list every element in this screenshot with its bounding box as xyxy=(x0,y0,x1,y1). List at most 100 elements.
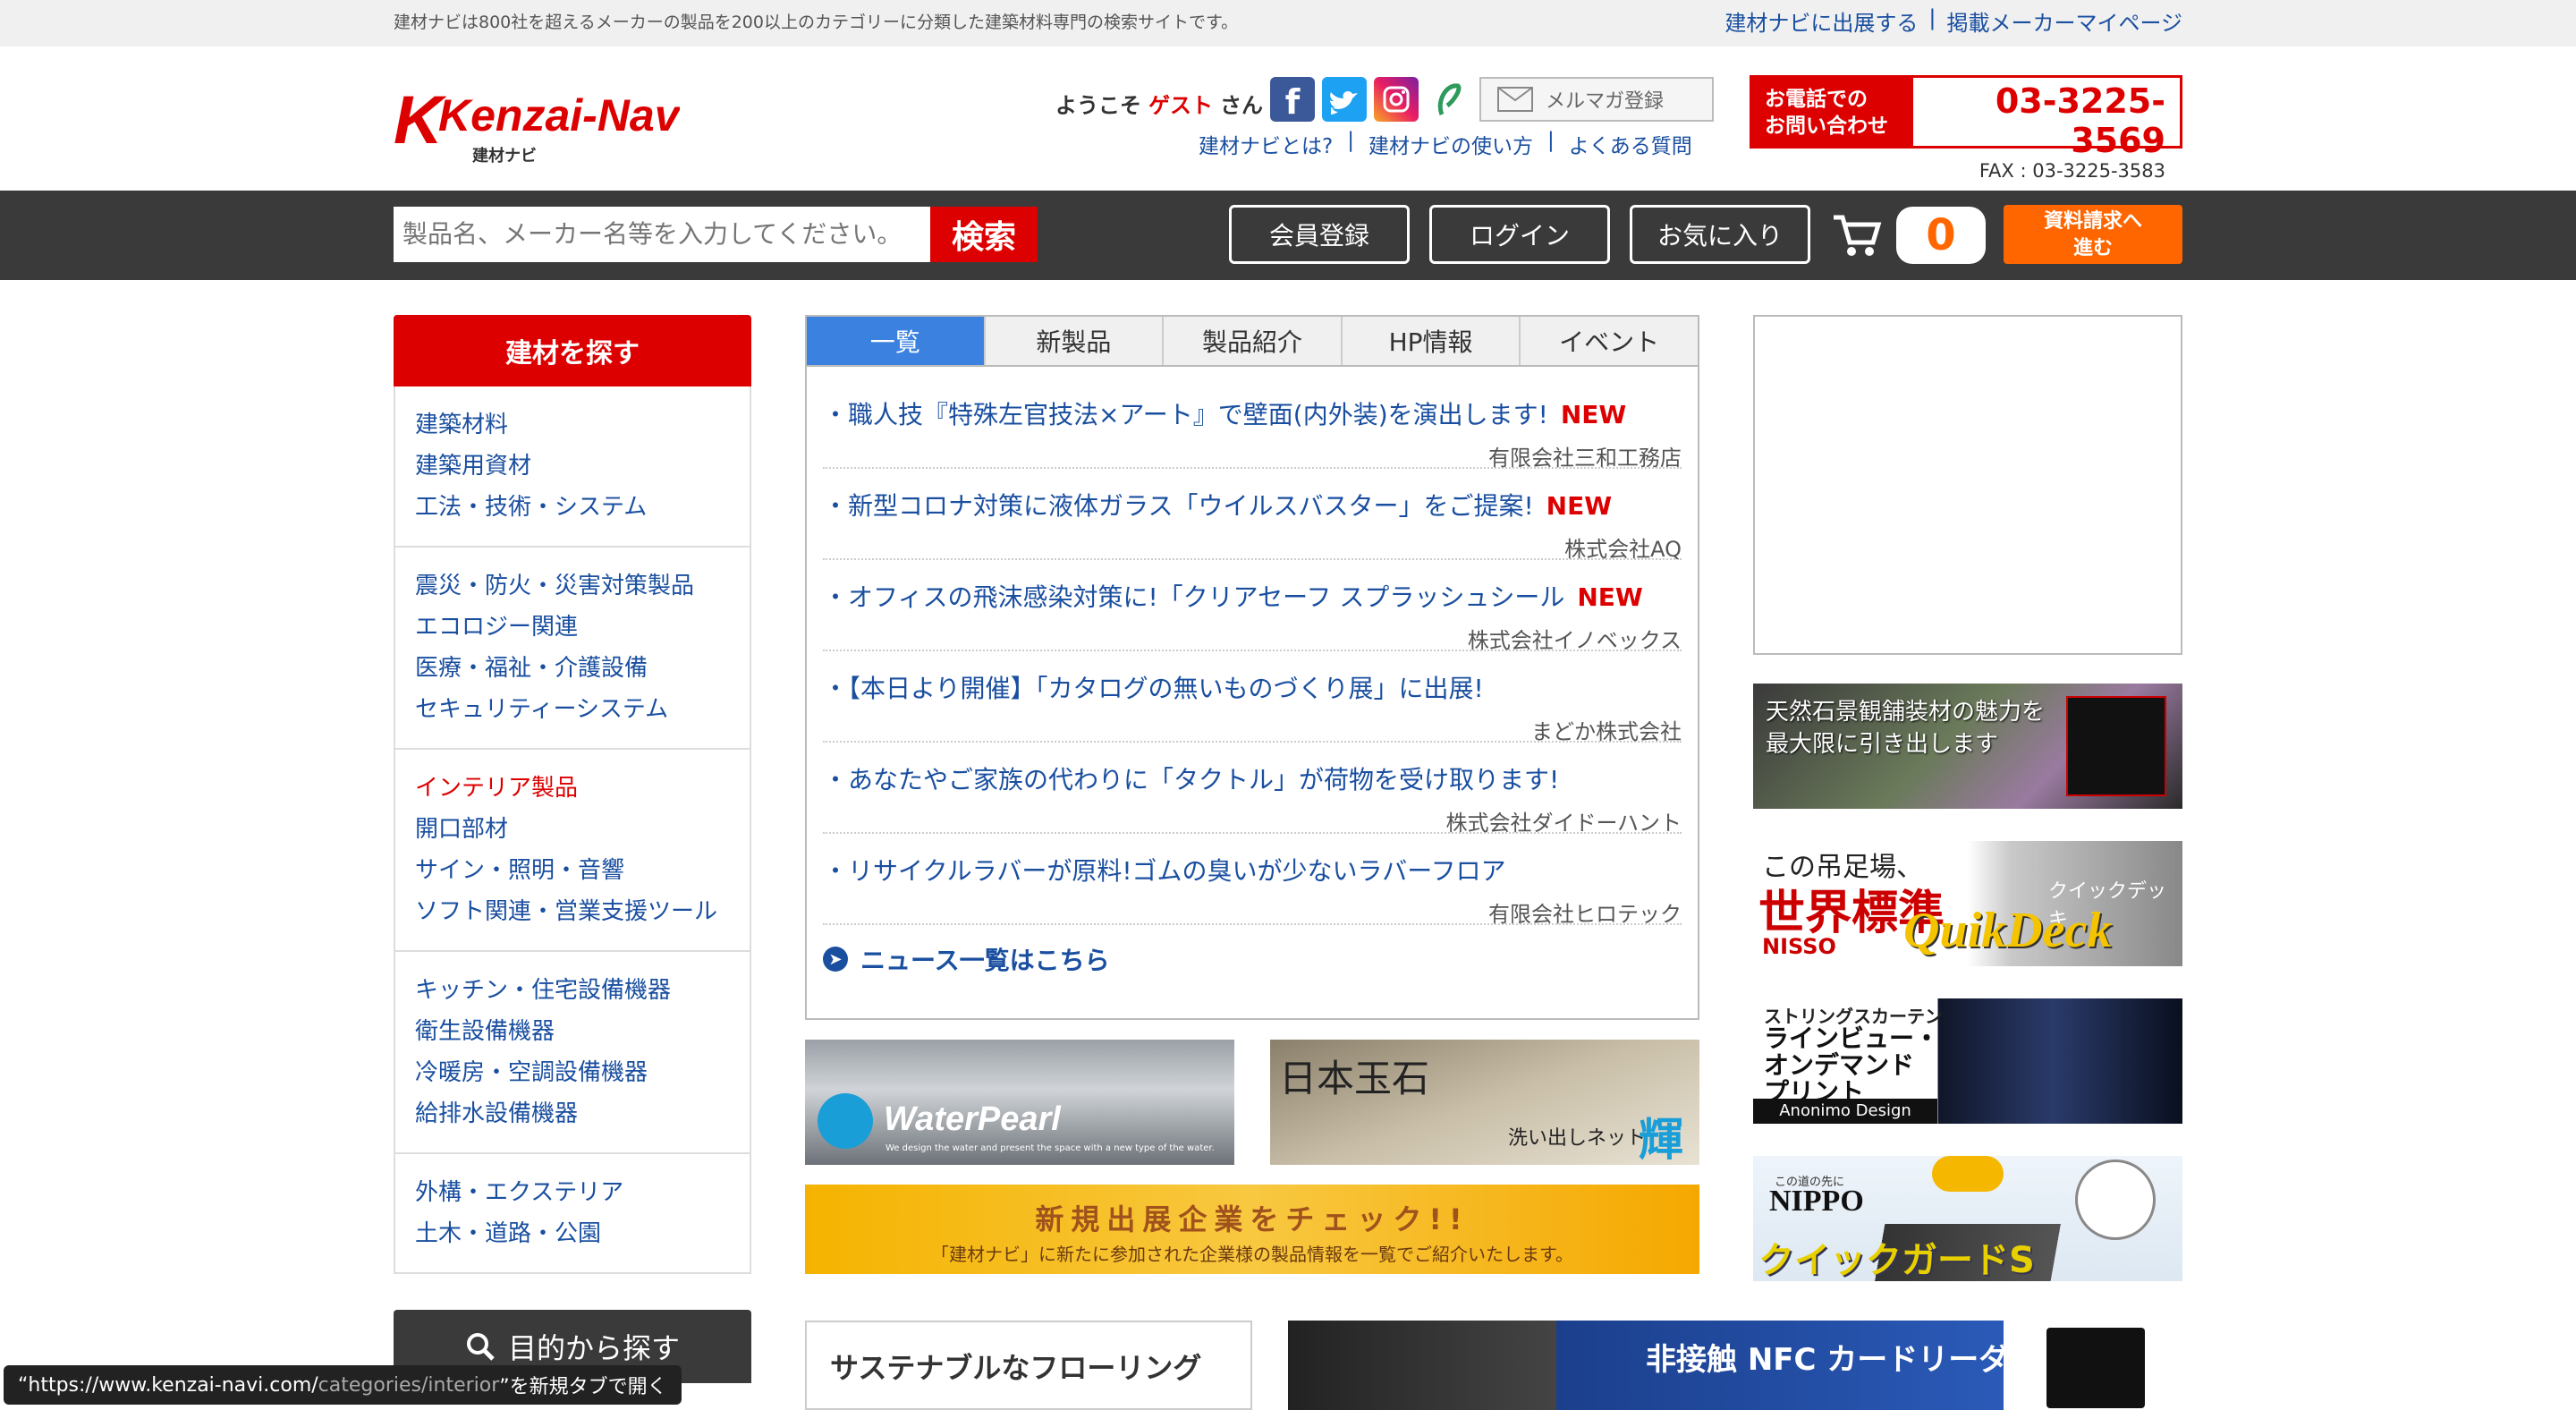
category-link[interactable]: 建築材料 xyxy=(415,404,730,446)
top-links: 建材ナビに出展する | 掲載メーカーマイページ xyxy=(1724,5,2182,37)
logo-word: Kenzai-Navi xyxy=(438,90,680,140)
arrow-right-icon: ➤ xyxy=(823,947,848,972)
houzz-icon[interactable] xyxy=(1426,77,1470,122)
twitter-icon[interactable] xyxy=(1322,77,1367,122)
news-title-link[interactable]: ・オフィスの飛沫感染対策に!「クリアセーフ スプラッシュシール xyxy=(823,582,1564,612)
tab-product-intro[interactable]: 製品紹介 xyxy=(1164,317,1343,365)
nihon-tamaishi-banner[interactable]: 日本玉石 洗い出しネット 輝 xyxy=(1270,1040,1699,1165)
status-suffix: ”を新規タブで開く xyxy=(499,1376,667,1398)
tab-new-products[interactable]: 新製品 xyxy=(985,317,1165,365)
site-tagline: 建材ナビは800社を超えるメーカーの製品を200以上のカテゴリーに分類した建築材… xyxy=(394,13,1239,32)
category-link[interactable]: セキュリティーシステム xyxy=(415,689,730,730)
purpose-label: 目的から探す xyxy=(507,1331,680,1365)
top-bar: 建材ナビは800社を超えるメーカーの製品を200以上のカテゴリーに分類した建築材… xyxy=(0,0,2576,47)
welcome-message: ようこそ ゲスト さん xyxy=(1055,88,1263,119)
phone-label: お電話での お問い合わせ xyxy=(1752,78,1913,146)
category-link[interactable]: 工法・技術・システム xyxy=(415,487,730,528)
quikdeck-banner[interactable]: この吊足場、 世界標準 NISSO クイックデッキ QuikDeck xyxy=(1753,841,2182,966)
news-title-link[interactable]: ・新型コロナ対策に液体ガラス「ウイルスバスター」をご提案! xyxy=(823,491,1534,521)
category-link[interactable]: 医療・福祉・介護設備 xyxy=(415,648,730,689)
news-title-link[interactable]: ・【本日より開催】「カタログの無いものづくり展」に出展! xyxy=(823,674,1484,703)
category-link-interior[interactable]: インテリア製品 xyxy=(415,768,730,809)
faq-link[interactable]: よくある質問 xyxy=(1569,129,1692,159)
news-company: 株式会社AQ xyxy=(1564,537,1682,562)
category-link[interactable]: 建築用資材 xyxy=(415,446,730,487)
tab-hp-info[interactable]: HP情報 xyxy=(1342,317,1521,365)
news-item: ・リサイクルラバーが原料!ゴムの臭いが少ないラバーフロア 有限会社ヒロテック xyxy=(823,834,1682,927)
category-group: キッチン・住宅設備機器 衛生設備機器 冷暖房・空調設備機器 給排水設備機器 xyxy=(395,950,750,1152)
card-reader-image xyxy=(2046,1328,2145,1408)
news-list: ・職人技『特殊左官技法×アート』で壁面(内外装)を演出します! NEW 有限会社三… xyxy=(807,367,1698,977)
news-panel: 一覧 新製品 製品紹介 HP情報 イベント ・職人技『特殊左官技法×アート』で壁… xyxy=(805,315,1699,1020)
site-logo[interactable]: K Kenzai-Navi 建材ナビ xyxy=(394,72,693,179)
category-link[interactable]: エコロジー関連 xyxy=(415,607,730,648)
login-button[interactable]: ログイン xyxy=(1429,205,1610,264)
divider: | xyxy=(1928,5,1936,30)
news-item: ・職人技『特殊左官技法×アート』で壁面(内外装)を演出します! NEW 有限会社三… xyxy=(823,378,1682,471)
waterpearl-logo-icon xyxy=(818,1093,873,1149)
string-curtain-banner[interactable]: ストリングスカーテン ラインビュー・ オンデマンド プリント Anonimo D… xyxy=(1753,998,2182,1124)
category-link[interactable]: 衛生設備機器 xyxy=(415,1011,730,1052)
news-item: ・【本日より開催】「カタログの無いものづくり展」に出展! まどか株式会社 xyxy=(823,651,1682,744)
category-link[interactable]: 給排水設備機器 xyxy=(415,1093,730,1134)
category-link[interactable]: 外構・エクステリア xyxy=(415,1172,730,1213)
news-item: ・オフィスの飛沫感染対策に!「クリアセーフ スプラッシュシール NEW 株式会社イ… xyxy=(823,560,1682,653)
category-link[interactable]: 冷暖房・空調設備機器 xyxy=(415,1052,730,1093)
newsletter-label: メルマガ登録 xyxy=(1546,90,1665,113)
nihon-title: 日本玉石 xyxy=(1279,1057,1430,1100)
cart-icon[interactable] xyxy=(1830,210,1884,260)
new-badge: NEW xyxy=(1560,400,1627,429)
search-input[interactable] xyxy=(394,207,930,262)
howto-link[interactable]: 建材ナビの使い方 xyxy=(1368,129,1533,159)
waterpearl-banner[interactable]: WaterPearl We design the water and prese… xyxy=(805,1040,1234,1165)
category-group: 震災・防火・災害対策製品 エコロジー関連 医療・福祉・介護設備 セキュリティーシ… xyxy=(395,546,750,748)
natural-stone-banner[interactable]: 天然石景観舗装材の魅力を 最大限に引き出します xyxy=(1753,684,2182,809)
news-item: ・新型コロナ対策に液体ガラス「ウイルスバスター」をご提案! NEW 株式会社AQ xyxy=(823,469,1682,562)
search-bar: 検索 会員登録 ログイン お気に入り 0 資料請求へ 進む xyxy=(0,191,2576,280)
nisso-brand: NISSO xyxy=(1762,934,1836,959)
new-exhibitors-banner[interactable]: 新規出展企業をチェック!! 「建材ナビ」に新たに参加された企業様の製品情報を一覧… xyxy=(805,1185,1699,1274)
search-icon xyxy=(466,1333,495,1361)
category-link[interactable]: サイン・照明・音響 xyxy=(415,850,730,891)
divider: | xyxy=(1546,129,1555,152)
instagram-icon[interactable] xyxy=(1374,77,1419,122)
news-more-link[interactable]: ➤ ニュース一覧はこちら xyxy=(823,941,1682,977)
favorites-button[interactable]: お気に入り xyxy=(1630,205,1810,264)
stone-line-2: 最大限に引き出します xyxy=(1766,731,1999,758)
category-link[interactable]: キッチン・住宅設備機器 xyxy=(415,970,730,1011)
tab-all[interactable]: 一覧 xyxy=(807,317,986,365)
welcome-pre: ようこそ xyxy=(1055,93,1141,118)
mail-icon xyxy=(1497,87,1533,112)
new-badge: NEW xyxy=(1546,491,1613,521)
news-title-link[interactable]: ・あなたやご家族の代わりに「タクトル」が荷物を受け取ります! xyxy=(823,765,1559,794)
facebook-icon[interactable]: f xyxy=(1270,77,1315,122)
flooring-banner[interactable]: サステナブルなフローリング xyxy=(805,1321,1252,1410)
newsletter-button[interactable]: メルマガ登録 xyxy=(1479,77,1714,122)
phone-contact: お電話での お問い合わせ 03-3225-3569 FAX : 03-3225-… xyxy=(1750,75,2182,182)
maker-mypage-link[interactable]: 掲載メーカーマイページ xyxy=(1946,5,2182,37)
nippo-banner[interactable]: この道の先に NIPPO クイックガードS xyxy=(1753,1156,2182,1281)
cart-count[interactable]: 0 xyxy=(1896,207,1986,264)
stone-line-1: 天然石景観舗装材の魅力を xyxy=(1766,699,2046,726)
waterpearl-sub: We design the water and present the spac… xyxy=(886,1143,1215,1153)
search-button[interactable]: 検索 xyxy=(930,207,1038,262)
news-company: まどか株式会社 xyxy=(1531,719,1682,744)
category-link[interactable]: 震災・防火・災害対策製品 xyxy=(415,565,730,607)
document-request-button[interactable]: 資料請求へ 進む xyxy=(2004,205,2182,264)
category-link[interactable]: 土木・道路・公園 xyxy=(415,1213,730,1254)
nfc-reader-banner[interactable]: 非接触 NFC カードリーダ xyxy=(1288,1321,2182,1410)
about-link[interactable]: 建材ナビとは? xyxy=(1199,129,1333,159)
phone-label-1: お電話での xyxy=(1765,88,1868,111)
waterpearl-text: WaterPearl xyxy=(884,1100,1061,1138)
tab-events[interactable]: イベント xyxy=(1521,317,1698,365)
member-register-button[interactable]: 会員登録 xyxy=(1229,205,1410,264)
header: K Kenzai-Navi 建材ナビ ようこそ ゲスト さん f メルマガ登録 … xyxy=(0,47,2576,191)
new-badge: NEW xyxy=(1577,582,1643,612)
exhibit-link[interactable]: 建材ナビに出展する xyxy=(1724,5,1918,37)
category-link[interactable]: ソフト関連・営業支援ツール xyxy=(415,891,730,932)
news-title-link[interactable]: ・リサイクルラバーが原料!ゴムの臭いが少ないラバーフロア xyxy=(823,856,1506,886)
news-title-link[interactable]: ・職人技『特殊左官技法×アート』で壁面(内外装)を演出します! xyxy=(823,400,1548,429)
category-link[interactable]: 開口部材 xyxy=(415,809,730,850)
news-tabs: 一覧 新製品 製品紹介 HP情報 イベント xyxy=(807,317,1698,367)
link-status-tooltip: “https://www.kenzai-navi.com/ categories… xyxy=(4,1365,682,1405)
